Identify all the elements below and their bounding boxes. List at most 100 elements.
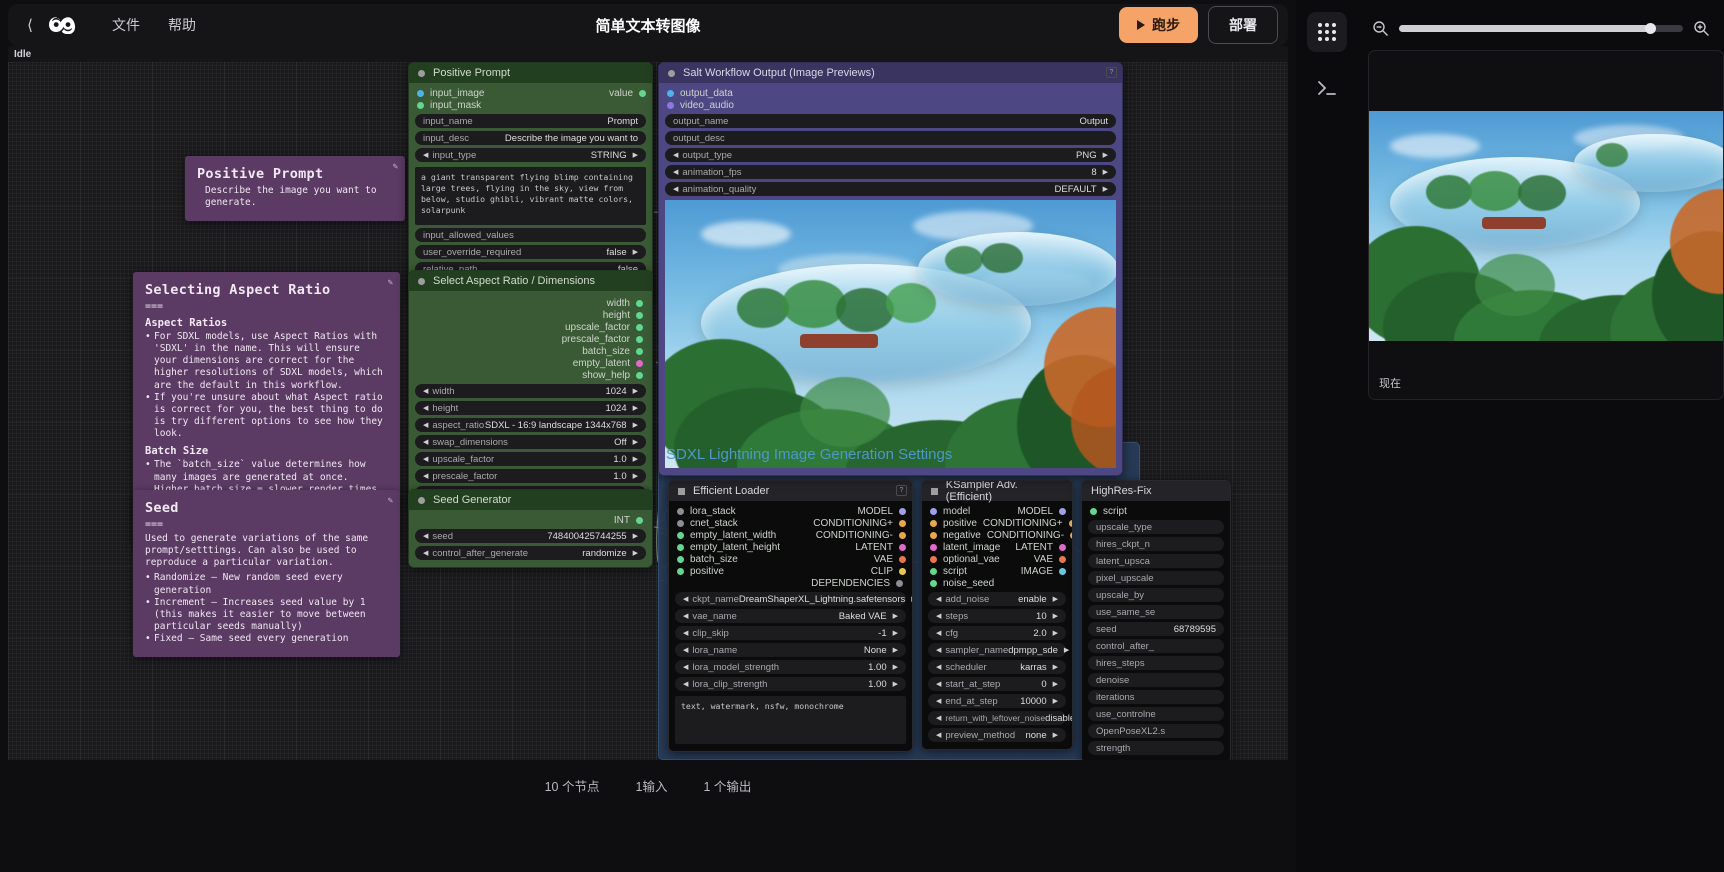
chevron-right-icon[interactable]: ▶ — [1053, 664, 1058, 671]
port-dot-icon[interactable] — [677, 531, 684, 539]
node-title-bar[interactable]: Efficient Loader ? — [669, 481, 912, 501]
zoom-slider[interactable] — [1399, 22, 1683, 34]
node-salt-workflow-output[interactable]: Salt Workflow Output (Image Previews) ? … — [658, 62, 1123, 476]
port-output-prescale-factor[interactable]: prescale_factor — [415, 333, 646, 345]
port-empty-latent-height[interactable]: empty_latent_height LATENT — [675, 541, 906, 553]
port-dot-icon[interactable] — [1070, 531, 1072, 539]
widget-control-after-generate[interactable]: ◀ control_after_generate randomize ▶ — [415, 546, 646, 560]
port-dot-icon[interactable] — [636, 516, 643, 524]
widget-denoise[interactable]: denoise — [1088, 673, 1224, 687]
widget-upscale-factor[interactable]: ◀ upscale_factor 1.0 ▶ — [415, 452, 646, 466]
collapse-icon[interactable] — [931, 487, 938, 495]
node-positive-prompt[interactable]: Positive Prompt input_image value input_… — [408, 62, 653, 302]
port-dot-icon[interactable] — [417, 89, 424, 97]
chevron-left-icon[interactable]: ◀ — [423, 422, 428, 429]
chevron-left-icon[interactable]: ◀ — [683, 664, 688, 671]
chevron-left-icon[interactable]: ◀ — [423, 405, 428, 412]
port-latent-image[interactable]: latent_image LATENT — [928, 541, 1066, 553]
port-noise-seed[interactable]: noise_seed — [928, 577, 1066, 589]
port-cnet-stack[interactable]: cnet_stack CONDITIONING+ — [675, 517, 906, 529]
port-dot-icon[interactable] — [930, 543, 937, 551]
port-dependencies[interactable]: DEPENDENCIES — [675, 577, 906, 589]
chevron-left-icon[interactable]: ◀ — [683, 681, 688, 688]
widget-start-at-step[interactable]: ◀ start_at_step 0 ▶ — [928, 677, 1066, 691]
run-button[interactable]: 跑步 — [1119, 7, 1198, 43]
chevron-left-icon[interactable]: ◀ — [423, 388, 428, 395]
port-dot-icon[interactable] — [1068, 519, 1072, 527]
widget-iterations[interactable]: iterations — [1088, 690, 1224, 704]
chevron-right-icon[interactable]: ▶ — [633, 152, 638, 159]
widget-lora-name[interactable]: ◀ lora_name None ▶ — [675, 643, 906, 657]
chevron-left-icon[interactable]: ◀ — [936, 630, 941, 637]
port-dot-icon[interactable] — [1090, 507, 1097, 515]
port-dot-icon[interactable] — [899, 507, 906, 515]
menu-item-file[interactable]: 文件 — [100, 10, 152, 40]
chevron-left-icon[interactable]: ◀ — [423, 152, 428, 159]
chevron-left-icon[interactable]: ◀ — [683, 596, 688, 603]
result-preview-card[interactable]: 现在 — [1368, 50, 1724, 400]
chevron-left-icon[interactable]: ◀ — [423, 550, 428, 557]
chevron-right-icon[interactable]: ▶ — [1103, 169, 1108, 176]
node-title-bar[interactable]: HighRes-Fix — [1082, 481, 1230, 501]
chevron-left-icon[interactable]: ◀ — [936, 732, 941, 739]
result-image[interactable] — [1369, 111, 1723, 341]
port-dot-icon[interactable] — [636, 323, 643, 331]
port-input-image[interactable]: input_image value — [415, 87, 646, 99]
port-output-height[interactable]: height — [415, 309, 646, 321]
widget-width[interactable]: ◀ width 1024 ▶ — [415, 384, 646, 398]
note-seed[interactable]: ✎ Seed === Used to generate variations o… — [133, 490, 400, 658]
chevron-right-icon[interactable]: ▶ — [1053, 613, 1058, 620]
chevron-right-icon[interactable]: ▶ — [1053, 630, 1058, 637]
chevron-left-icon[interactable]: ◀ — [683, 630, 688, 637]
widget-scheduler[interactable]: ◀ scheduler karras ▶ — [928, 660, 1066, 674]
chevron-left-icon[interactable]: ◀ — [936, 698, 941, 705]
port-output-upscale-factor[interactable]: upscale_factor — [415, 321, 646, 333]
back-icon[interactable]: ⟨ — [18, 13, 42, 37]
port-optional-vae[interactable]: optional_vae VAE — [928, 553, 1066, 565]
port-dot-icon[interactable] — [417, 101, 424, 109]
negative-prompt-textarea[interactable]: text, watermark, nsfw, monochrome — [675, 696, 906, 744]
port-dot-icon[interactable] — [677, 567, 684, 575]
port-output-show-help[interactable]: show_help — [415, 369, 646, 381]
widget-lora-model-strength[interactable]: ◀ lora_model_strength 1.00 ▶ — [675, 660, 906, 674]
chevron-left-icon[interactable]: ◀ — [423, 439, 428, 446]
widget-return-with-leftover-noise[interactable]: ◀ return_with_leftover_noise disable ▶ — [928, 711, 1072, 725]
widget-input-allowed-values[interactable]: input_allowed_values — [415, 228, 646, 242]
chevron-right-icon[interactable]: ▶ — [633, 550, 638, 557]
widget-use-controlnet[interactable]: use_controlne — [1088, 707, 1224, 721]
chevron-right-icon[interactable]: ▶ — [911, 596, 912, 603]
chevron-right-icon[interactable]: ▶ — [893, 630, 898, 637]
port-dot-icon[interactable] — [1059, 567, 1066, 575]
chevron-left-icon[interactable]: ◀ — [683, 647, 688, 654]
chevron-right-icon[interactable]: ▶ — [1053, 732, 1058, 739]
chevron-right-icon[interactable]: ▶ — [1064, 647, 1069, 654]
widget-seed[interactable]: ◀ seed 748400425744255 ▶ — [415, 529, 646, 543]
chevron-right-icon[interactable]: ▶ — [633, 473, 638, 480]
chevron-left-icon[interactable]: ◀ — [423, 473, 428, 480]
port-input-mask[interactable]: input_mask — [415, 99, 646, 111]
deploy-button[interactable]: 部署 — [1208, 6, 1278, 44]
edit-icon[interactable]: ✎ — [388, 496, 393, 506]
port-dot-icon[interactable] — [930, 519, 937, 527]
help-icon[interactable]: ? — [1106, 67, 1117, 78]
port-negative[interactable]: negative CONDITIONING- — [928, 529, 1072, 541]
chevron-left-icon[interactable]: ◀ — [673, 152, 678, 159]
port-dot-icon[interactable] — [930, 579, 937, 587]
widget-animation-fps[interactable]: ◀ animation_fps 8 ▶ — [665, 165, 1116, 179]
chevron-left-icon[interactable]: ◀ — [936, 681, 941, 688]
port-dot-icon[interactable] — [930, 567, 937, 575]
chevron-right-icon[interactable]: ▶ — [1053, 698, 1058, 705]
port-output-width[interactable]: width — [415, 297, 646, 309]
port-dot-icon[interactable] — [930, 531, 937, 539]
port-output-batch-size[interactable]: batch_size — [415, 345, 646, 357]
widget-upscale-by[interactable]: upscale_by — [1088, 588, 1224, 602]
port-script[interactable]: script — [1088, 505, 1224, 517]
port-dot-icon[interactable] — [636, 299, 643, 307]
node-title-bar[interactable]: Seed Generator — [409, 490, 652, 510]
widget-end-at-step[interactable]: ◀ end_at_step 10000 ▶ — [928, 694, 1066, 708]
widget-pixel-upscaler[interactable]: pixel_upscale — [1088, 571, 1224, 585]
collapse-icon[interactable] — [418, 69, 425, 77]
edit-icon[interactable]: ✎ — [393, 162, 398, 172]
widget-preview-method[interactable]: ◀ preview_method none ▶ — [928, 728, 1066, 742]
port-dot-icon[interactable] — [930, 507, 937, 515]
